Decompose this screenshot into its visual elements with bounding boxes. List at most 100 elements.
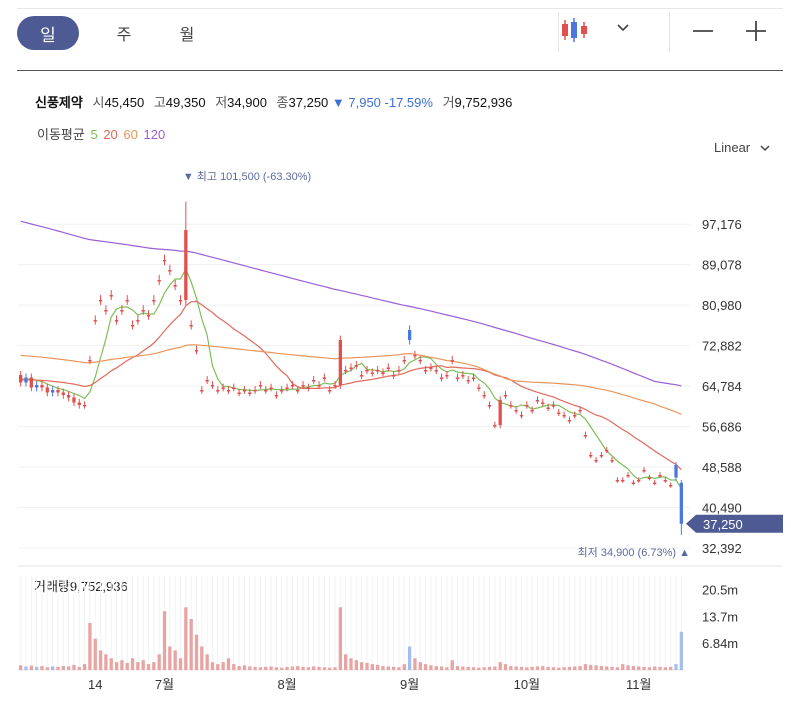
volume-bar: [599, 666, 604, 670]
volume-bar: [679, 631, 683, 670]
candle: [93, 315, 97, 325]
candle-body: [77, 402, 81, 405]
volume-bar: [29, 665, 33, 670]
candle: [530, 406, 534, 414]
volume-bar: [301, 666, 305, 670]
volume-bar: [487, 666, 492, 670]
candle: [360, 370, 364, 380]
candle: [514, 406, 518, 414]
volume-bar: [503, 664, 508, 670]
volume-bar: [626, 665, 630, 670]
volume-bar: [104, 654, 108, 670]
volume-bar: [605, 666, 609, 670]
candle: [45, 383, 49, 397]
candle-body: [312, 380, 316, 382]
candle: [162, 254, 167, 266]
high-annotation: ▼ 최고 101,500 (-63.30%): [183, 170, 311, 183]
candle-body: [375, 370, 380, 372]
candle-body: [216, 390, 220, 392]
candle-body: [205, 380, 209, 382]
volume-bar: [621, 664, 625, 670]
volume-bar: [541, 666, 545, 670]
candle: [610, 457, 614, 463]
volume-bar: [658, 666, 662, 670]
candle-body: [391, 375, 396, 377]
candle: [29, 373, 33, 392]
candle: [210, 381, 215, 389]
candle-body: [482, 395, 486, 397]
candle-body: [535, 400, 540, 402]
candle-body: [413, 355, 417, 357]
candle: [184, 201, 188, 305]
volume-bar: [173, 650, 177, 670]
volume-bar: [535, 666, 540, 670]
candle: [66, 391, 71, 402]
candle-body: [642, 470, 646, 472]
volume-bar: [663, 667, 668, 670]
candle-body: [653, 482, 657, 484]
candle-body: [360, 375, 364, 377]
candle-body: [509, 405, 513, 407]
candle-body: [658, 475, 662, 477]
volume-bar: [40, 666, 44, 670]
volume-bar: [647, 667, 652, 670]
candle-body: [471, 377, 476, 379]
volume-bar: [141, 660, 145, 670]
candle-body: [679, 482, 683, 524]
candle-body: [344, 370, 348, 372]
volume-bar: [280, 667, 284, 670]
candle: [200, 386, 204, 394]
candle-body: [322, 377, 327, 379]
volume-bar: [184, 607, 188, 670]
volume-bar: [114, 662, 119, 670]
volume-bar: [253, 666, 257, 670]
candle: [50, 386, 55, 397]
candle: [487, 401, 492, 409]
candle: [312, 376, 316, 384]
price-tick-label: 97,176: [702, 217, 742, 232]
volume-bar: [674, 664, 678, 670]
price-chart[interactable]: 97,176 89,078 80,980 72,882 64,784 56,686 48,5…: [0, 0, 791, 712]
candle-body: [493, 425, 497, 427]
candle-body: [109, 295, 113, 297]
candle-body: [93, 320, 97, 322]
volume-bar: [19, 665, 23, 670]
volume-bar: [391, 666, 396, 670]
volume-bar: [631, 666, 636, 670]
volume-bar: [455, 666, 460, 670]
candle: [258, 381, 263, 389]
volume-bar: [210, 662, 215, 670]
candle: [653, 479, 657, 486]
volume-bar: [413, 658, 417, 670]
volume-bar: [407, 646, 412, 670]
candle-body: [487, 405, 492, 407]
candle-body: [274, 395, 279, 397]
volume-bar: [72, 664, 76, 670]
volume-grid: [17, 565, 783, 671]
candle: [402, 355, 406, 365]
candle-body: [546, 407, 550, 409]
volume-bar: [152, 662, 156, 670]
candle: [178, 295, 183, 305]
candle-body: [477, 387, 481, 389]
candle: [269, 383, 273, 392]
volume-bar: [178, 658, 183, 670]
volume-bar: [349, 658, 353, 670]
volume-bar: [423, 664, 428, 670]
candle-body: [418, 360, 422, 362]
candle-body: [637, 480, 641, 482]
volume-bar: [221, 662, 225, 670]
candle: [322, 373, 327, 382]
candle: [615, 477, 620, 483]
candle-body: [152, 300, 156, 302]
candle-body: [349, 367, 353, 369]
candle: [599, 451, 604, 459]
candle-body: [455, 377, 460, 379]
price-axis: 97,176 89,078 80,980 72,882 64,784 56,686 48,5…: [702, 217, 742, 651]
volume-bar: [237, 666, 241, 670]
volume-bar: [434, 666, 438, 670]
candle-body: [194, 350, 199, 352]
candle: [525, 401, 529, 409]
candle-body: [365, 370, 369, 372]
candle-body: [583, 435, 588, 437]
